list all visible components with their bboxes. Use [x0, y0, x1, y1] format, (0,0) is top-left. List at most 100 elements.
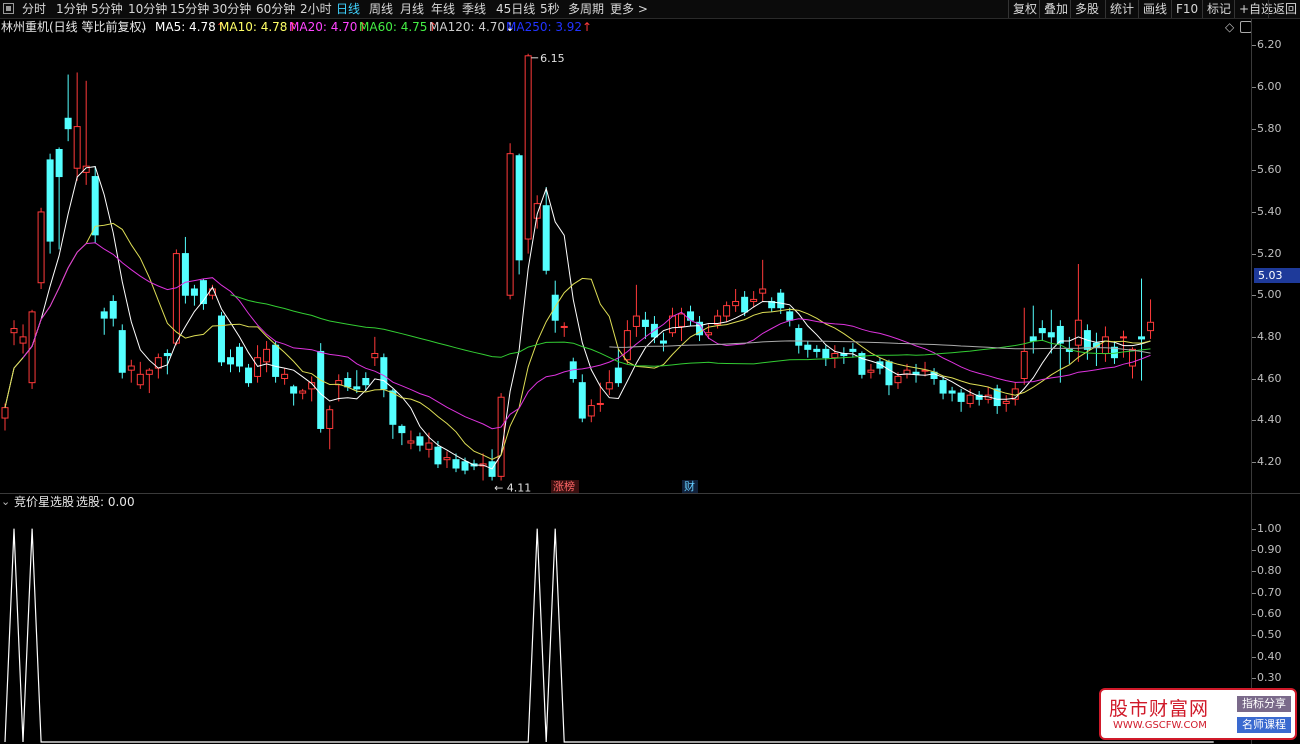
candle[interactable]	[136, 361, 144, 389]
candle[interactable]	[100, 307, 108, 335]
menu-icon[interactable]	[3, 3, 14, 14]
period-tab[interactable]: 日线	[336, 1, 360, 17]
period-tab[interactable]: 年线	[431, 1, 455, 17]
candle[interactable]	[732, 288, 740, 312]
period-tab[interactable]: 1分钟	[56, 1, 88, 17]
toolbar-button[interactable]: 标记	[1202, 0, 1235, 18]
candle[interactable]	[1020, 307, 1028, 385]
candle[interactable]	[317, 343, 325, 433]
candle[interactable]	[326, 405, 334, 450]
candle[interactable]	[1092, 332, 1100, 367]
candlestick-chart[interactable]: 6.15 ← 4.11 涨榜 财	[0, 35, 1251, 493]
period-tab[interactable]: 更多 >	[610, 1, 648, 17]
candle[interactable]	[560, 322, 568, 337]
candle[interactable]	[768, 297, 776, 312]
diamond-icon[interactable]: ◇	[1225, 19, 1234, 35]
candle[interactable]	[831, 345, 839, 369]
candle[interactable]	[64, 74, 72, 142]
candle[interactable]	[578, 374, 586, 423]
candle[interactable]	[1119, 330, 1127, 358]
toolbar-button[interactable]: 叠加	[1039, 0, 1072, 18]
pane-divider[interactable]	[0, 493, 1300, 494]
candle[interactable]	[984, 386, 992, 404]
candle[interactable]	[46, 153, 54, 254]
candle[interactable]	[948, 386, 956, 402]
candle[interactable]	[217, 311, 225, 367]
candle[interactable]	[1074, 264, 1082, 362]
candle[interactable]	[1083, 324, 1091, 360]
candle[interactable]	[822, 345, 830, 367]
candle[interactable]	[759, 259, 767, 302]
candle[interactable]	[109, 295, 117, 327]
candle[interactable]	[696, 316, 704, 342]
candle[interactable]	[840, 347, 848, 364]
period-tab[interactable]: 周线	[369, 1, 393, 17]
candle[interactable]	[975, 390, 983, 406]
candle[interactable]	[1056, 320, 1064, 383]
period-tab[interactable]: 30分钟	[212, 1, 251, 17]
candle[interactable]	[587, 399, 595, 423]
period-tab[interactable]: 10分钟	[128, 1, 167, 17]
candle[interactable]	[912, 363, 920, 383]
candle[interactable]	[533, 195, 541, 229]
candle[interactable]	[290, 384, 298, 406]
period-tab[interactable]: 月线	[400, 1, 424, 17]
period-tab[interactable]: 季线	[462, 1, 486, 17]
candle[interactable]	[1047, 309, 1055, 354]
period-tab[interactable]: 多周期	[568, 1, 604, 17]
candle[interactable]	[885, 359, 893, 396]
candle[interactable]	[795, 324, 803, 354]
period-tab[interactable]: 2小时	[300, 1, 332, 17]
period-tab[interactable]: 15分钟	[170, 1, 209, 17]
candle[interactable]	[1029, 305, 1037, 354]
candle[interactable]	[371, 336, 379, 367]
candle[interactable]	[245, 363, 253, 387]
candle[interactable]	[37, 207, 45, 289]
candle[interactable]	[668, 307, 676, 337]
candle[interactable]	[172, 249, 180, 346]
candle[interactable]	[1138, 278, 1146, 381]
candle[interactable]	[867, 363, 875, 379]
toolbar-button[interactable]: 复权	[1008, 0, 1041, 18]
candle[interactable]	[190, 284, 198, 306]
candle[interactable]	[786, 307, 794, 327]
toolbar-button[interactable]: 统计	[1105, 0, 1138, 18]
candle[interactable]	[1101, 326, 1109, 362]
candle[interactable]	[73, 72, 81, 181]
candle[interactable]	[1147, 299, 1155, 339]
candle[interactable]	[542, 186, 550, 275]
candle[interactable]	[876, 357, 884, 375]
candle[interactable]	[804, 341, 812, 358]
period-tab[interactable]: 5秒	[540, 1, 560, 17]
candle[interactable]	[930, 368, 938, 385]
candle[interactable]	[506, 143, 514, 300]
candle[interactable]	[299, 388, 307, 400]
candle[interactable]	[236, 343, 244, 373]
toolbar-button[interactable]: 画线	[1138, 0, 1171, 18]
candle[interactable]	[10, 320, 18, 346]
candle[interactable]	[389, 388, 397, 439]
candle[interactable]	[515, 153, 523, 275]
candle[interactable]	[687, 305, 695, 327]
candle[interactable]	[479, 453, 487, 481]
candle[interactable]	[398, 424, 406, 446]
candle[interactable]	[227, 349, 234, 373]
indicator-chart[interactable]	[0, 510, 1251, 744]
candle[interactable]	[524, 53, 532, 254]
candle[interactable]	[659, 332, 667, 352]
candle[interactable]	[407, 430, 415, 450]
indicator-name[interactable]: 竞价星选股	[14, 494, 74, 510]
candle[interactable]	[1038, 320, 1046, 342]
toolbar-button[interactable]: F10	[1171, 0, 1202, 18]
period-tab[interactable]: 45日线	[496, 1, 535, 17]
candle[interactable]	[335, 374, 343, 402]
candle[interactable]	[118, 324, 126, 379]
candle[interactable]	[281, 368, 289, 385]
period-tab[interactable]: 分时	[22, 1, 46, 17]
toolbar-button[interactable]: 多股	[1070, 0, 1103, 18]
candle[interactable]	[813, 345, 821, 358]
candle[interactable]	[19, 324, 27, 354]
candle[interactable]	[127, 359, 135, 383]
period-tab[interactable]: 5分钟	[91, 1, 123, 17]
collapse-icon[interactable]: ⌄	[1, 494, 10, 510]
